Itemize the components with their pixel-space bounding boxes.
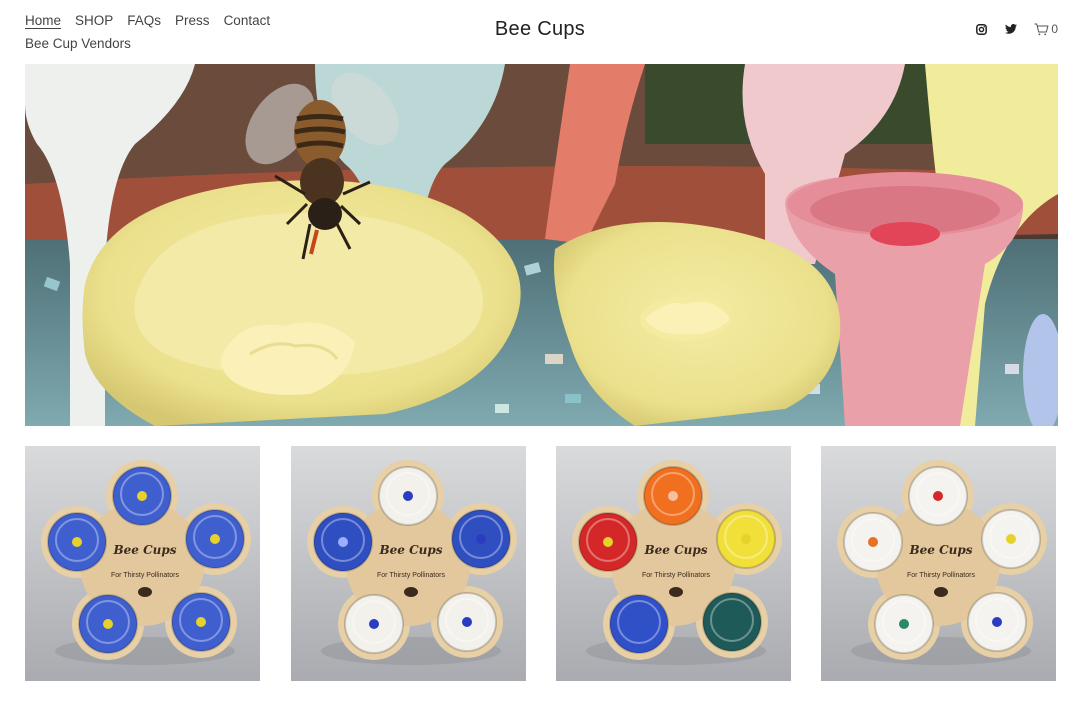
board-tagline: For Thirsty Pollinators [111,572,179,579]
cup-center [741,534,751,544]
bee-cup [112,466,172,526]
cup-center [933,491,943,501]
bee-cup [874,594,934,654]
cup-center [210,534,220,544]
bee-logo [138,587,152,597]
bee-cup [47,512,107,572]
cup-center [727,617,737,627]
bee-cup [578,512,638,572]
bee-cup [437,592,497,652]
cup-center [1006,534,1016,544]
cup-center [668,491,678,501]
cup-center [899,619,909,629]
instagram-icon[interactable] [974,22,988,36]
site-title: Bee Cups [494,18,586,40]
cup-center [369,619,379,629]
board-title: Bee Cups [112,543,176,557]
cup-center [462,617,472,627]
cart-icon [1034,23,1049,36]
bee-cup [171,592,231,652]
cup-center [476,534,486,544]
product-tile[interactable]: Bee Cups For Thirsty Pollinators [821,446,1056,681]
cup-center [992,617,1002,627]
board-tagline: For Thirsty Pollinators [377,572,445,579]
cup-center [196,617,206,627]
product-grid: Bee Cups For Thirsty Pollinators Bee Cups… [25,446,1058,681]
board-title: Bee Cups [643,543,707,557]
bee-logo [669,587,683,597]
hero-image [25,64,1058,426]
board-title: Bee Cups [378,543,442,557]
bee-cup [609,594,669,654]
bee-cup [185,509,245,569]
board-tagline: For Thirsty Pollinators [907,572,975,579]
bee-cup [702,592,762,652]
bee-cup [344,594,404,654]
twitter-icon[interactable] [1004,22,1018,36]
bee-cup [378,466,438,526]
cup-center [72,537,82,547]
product-tile[interactable]: Bee Cups For Thirsty Pollinators [25,446,260,681]
cup-center [103,619,113,629]
board-title: Bee Cups [908,543,972,557]
bee-cup [981,509,1041,569]
bee-cup [716,509,776,569]
bee-cup [967,592,1027,652]
product-tile[interactable]: Bee Cups For Thirsty Pollinators [556,446,791,681]
cup-center [634,619,644,629]
cup-center [137,491,147,501]
bee-cup [908,466,968,526]
board-tagline: For Thirsty Pollinators [642,572,710,579]
cup-center [403,491,413,501]
cart-count: 0 [1051,22,1058,36]
bee-logo [404,587,418,597]
product-tile[interactable]: Bee Cups For Thirsty Pollinators [291,446,526,681]
cart-button[interactable]: 0 [1034,22,1058,36]
bee-cup [451,509,511,569]
cup-center [868,537,878,547]
bee-cup [843,512,903,572]
bee-cup [78,594,138,654]
cup-center [603,537,613,547]
bee-cup [313,512,373,572]
bee-logo [934,587,948,597]
bee-cup [643,466,703,526]
cup-center [338,537,348,547]
header-icons: 0 [974,22,1058,36]
